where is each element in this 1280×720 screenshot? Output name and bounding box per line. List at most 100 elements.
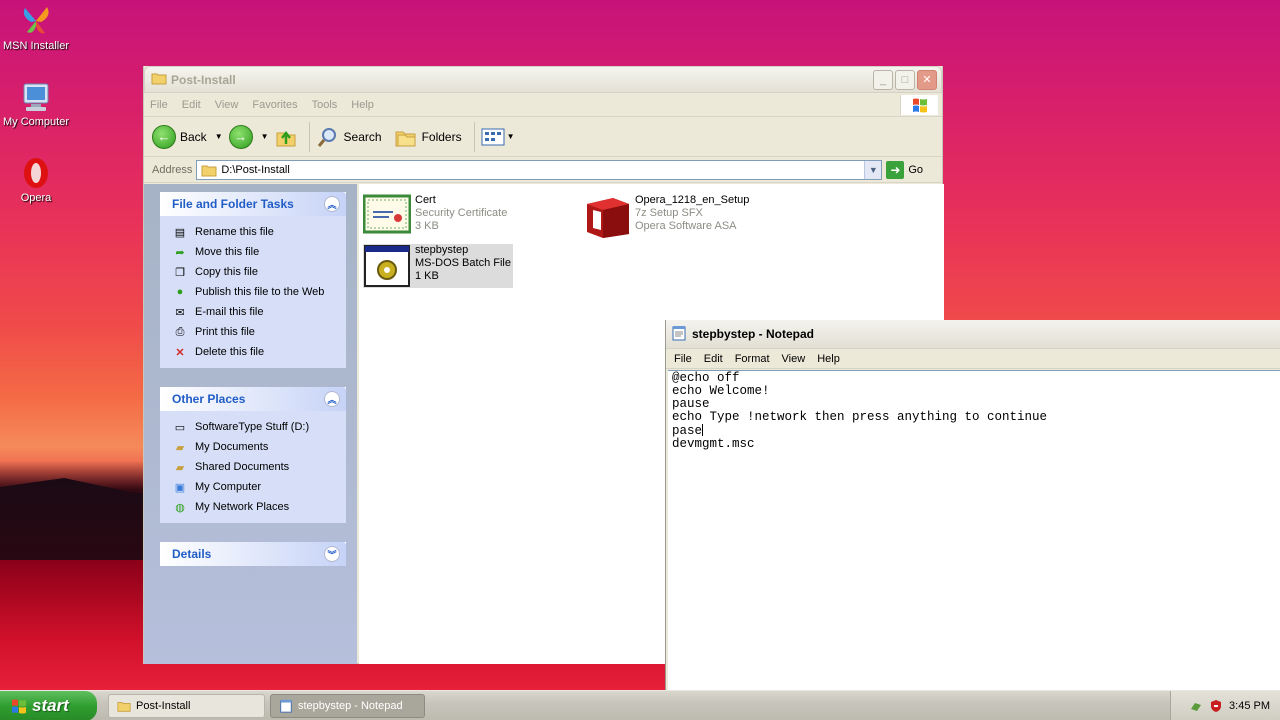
windows-flag-icon bbox=[12, 699, 26, 714]
place-shared-documents[interactable]: ▰ Shared Documents bbox=[172, 457, 346, 477]
panel-header[interactable]: File and Folder Tasks ︽ bbox=[160, 192, 346, 216]
start-button[interactable]: start bbox=[0, 691, 97, 720]
desktop-icon-label: Opera bbox=[20, 192, 52, 204]
place-my-documents[interactable]: ▰ My Documents bbox=[172, 437, 346, 457]
place-label: My Computer bbox=[195, 481, 262, 493]
menu-file[interactable]: File bbox=[150, 99, 168, 111]
go-button[interactable]: ➜ Go bbox=[886, 160, 924, 179]
desktop-icon-opera[interactable]: Opera bbox=[0, 156, 74, 204]
taskbar-item-notepad[interactable]: stepbystep - Notepad bbox=[270, 694, 425, 718]
folders-label: Folders bbox=[421, 129, 462, 144]
msn-butterfly-icon bbox=[19, 4, 53, 38]
panel-header[interactable]: Details ︾ bbox=[160, 542, 346, 566]
file-publisher: Opera Software ASA bbox=[635, 220, 737, 232]
folders-button[interactable]: Folders bbox=[394, 126, 462, 148]
documents-folder-icon: ▰ bbox=[175, 441, 185, 454]
details-panel: Details ︾ bbox=[160, 542, 346, 566]
task-email[interactable]: ✉ E-mail this file bbox=[172, 302, 346, 322]
file-name: Cert bbox=[415, 194, 436, 206]
desktop-icon-msn-installer[interactable]: MSN Installer bbox=[0, 4, 74, 52]
file-item-stepbystep[interactable]: stepbystep MS-DOS Batch File 1 KB bbox=[363, 244, 513, 288]
minimize-button[interactable]: _ bbox=[873, 69, 893, 90]
shared-folder-icon: ▰ bbox=[175, 461, 185, 474]
menu-edit[interactable]: Edit bbox=[182, 99, 201, 111]
views-button[interactable]: ▼ bbox=[481, 127, 515, 147]
task-delete[interactable]: ✕ Delete this file bbox=[172, 342, 346, 362]
menu-view[interactable]: View bbox=[215, 99, 239, 111]
explorer-titlebar[interactable]: Post-Install _ □ ✕ bbox=[144, 66, 942, 93]
file-size: 1 KB bbox=[415, 270, 439, 282]
file-name: Opera_1218_en_Setup bbox=[635, 194, 750, 206]
toolbar-separator bbox=[308, 121, 310, 152]
menu-view[interactable]: View bbox=[782, 353, 806, 365]
task-print[interactable]: ⎙ Print this file bbox=[172, 322, 346, 342]
notepad-icon bbox=[672, 325, 686, 344]
expand-icon[interactable]: ︾ bbox=[324, 546, 340, 562]
clock[interactable]: 3:45 PM bbox=[1229, 700, 1270, 712]
folders-icon bbox=[395, 131, 416, 146]
forward-button[interactable]: → ▼ bbox=[228, 124, 269, 149]
system-tray: 3:45 PM bbox=[1170, 691, 1280, 720]
menu-tools[interactable]: Tools bbox=[312, 99, 338, 111]
file-type: Security Certificate bbox=[415, 207, 508, 219]
place-label: My Network Places bbox=[195, 501, 290, 513]
file-name: stepbystep bbox=[415, 244, 469, 256]
place-drive-d[interactable]: ▭ SoftwareType Stuff (D:) bbox=[172, 417, 346, 437]
window-title: stepbystep - Notepad bbox=[692, 327, 815, 341]
task-publish[interactable]: ● Publish this file to the Web bbox=[172, 282, 346, 302]
chevron-down-icon[interactable]: ▼ bbox=[261, 132, 269, 141]
maximize-button[interactable]: □ bbox=[895, 69, 915, 90]
safely-remove-hardware-icon[interactable] bbox=[1189, 699, 1203, 713]
task-label: Delete this file bbox=[195, 346, 265, 358]
notepad-titlebar[interactable]: stepbystep - Notepad bbox=[666, 320, 1280, 349]
collapse-icon[interactable]: ︽ bbox=[324, 196, 340, 212]
menu-help[interactable]: Help bbox=[351, 99, 374, 111]
toolbar-separator bbox=[473, 121, 475, 152]
go-label: Go bbox=[908, 163, 924, 176]
move-icon: ➦ bbox=[175, 246, 185, 259]
text-line: devmgmt.msc bbox=[672, 437, 755, 451]
task-move[interactable]: ➦ Move this file bbox=[172, 242, 346, 262]
up-folder-button[interactable] bbox=[275, 126, 297, 148]
file-type: 7z Setup SFX bbox=[635, 207, 703, 219]
close-button[interactable]: ✕ bbox=[917, 69, 937, 90]
collapse-icon[interactable]: ︽ bbox=[324, 391, 340, 407]
text-line: pase bbox=[672, 424, 703, 438]
text-line: echo Type !network then press anything t… bbox=[672, 410, 1048, 424]
notepad-text-area[interactable]: @echo off echo Welcome! pause echo Type !ne… bbox=[668, 370, 1280, 692]
menu-edit[interactable]: Edit bbox=[704, 353, 723, 365]
task-rename[interactable]: ▤ Rename this file bbox=[172, 222, 346, 242]
file-folder-tasks-panel: File and Folder Tasks ︽ ▤ Rename this fil… bbox=[160, 192, 346, 368]
search-button[interactable]: Search bbox=[316, 125, 382, 149]
drive-icon: ▭ bbox=[174, 421, 186, 434]
menu-help[interactable]: Help bbox=[817, 353, 840, 365]
menu-format[interactable]: Format bbox=[735, 353, 770, 365]
go-arrow-icon: ➜ bbox=[886, 160, 905, 179]
other-places-panel: Other Places ︽ ▭ SoftwareType Stuff (D:) … bbox=[160, 387, 346, 523]
task-label: Post-Install bbox=[136, 700, 191, 712]
desktop-icon-my-computer[interactable]: My Computer bbox=[0, 80, 74, 128]
security-shield-icon[interactable] bbox=[1209, 699, 1223, 713]
task-copy[interactable]: ❐ Copy this file bbox=[172, 262, 346, 282]
computer-icon: ▣ bbox=[174, 481, 186, 494]
panel-header[interactable]: Other Places ︽ bbox=[160, 387, 346, 411]
place-label: My Documents bbox=[195, 441, 269, 453]
panel-title: File and Folder Tasks bbox=[172, 197, 294, 211]
file-item-cert[interactable]: Cert Security Certificate 3 KB bbox=[362, 194, 508, 238]
address-value: D:\Post-Install bbox=[221, 163, 290, 176]
chevron-down-icon[interactable]: ▼ bbox=[215, 132, 223, 141]
back-button[interactable]: ← Back ▼ bbox=[152, 124, 223, 149]
menu-file[interactable]: File bbox=[674, 353, 692, 365]
views-icon bbox=[481, 128, 505, 145]
window-title: Post-Install bbox=[171, 72, 236, 87]
taskbar-item-post-install[interactable]: Post-Install bbox=[108, 694, 265, 718]
address-input[interactable]: D:\Post-Install ▼ bbox=[196, 159, 883, 180]
menu-favorites[interactable]: Favorites bbox=[252, 99, 297, 111]
place-my-computer[interactable]: ▣ My Computer bbox=[172, 477, 346, 497]
place-network[interactable]: ◍ My Network Places bbox=[172, 497, 346, 517]
folder-icon bbox=[117, 702, 131, 712]
address-dropdown-button[interactable]: ▼ bbox=[864, 160, 882, 179]
task-label: Move this file bbox=[195, 246, 260, 258]
chevron-down-icon: ▼ bbox=[506, 132, 515, 141]
file-item-opera-setup[interactable]: Opera_1218_en_Setup 7z Setup SFX Opera S… bbox=[583, 194, 749, 238]
